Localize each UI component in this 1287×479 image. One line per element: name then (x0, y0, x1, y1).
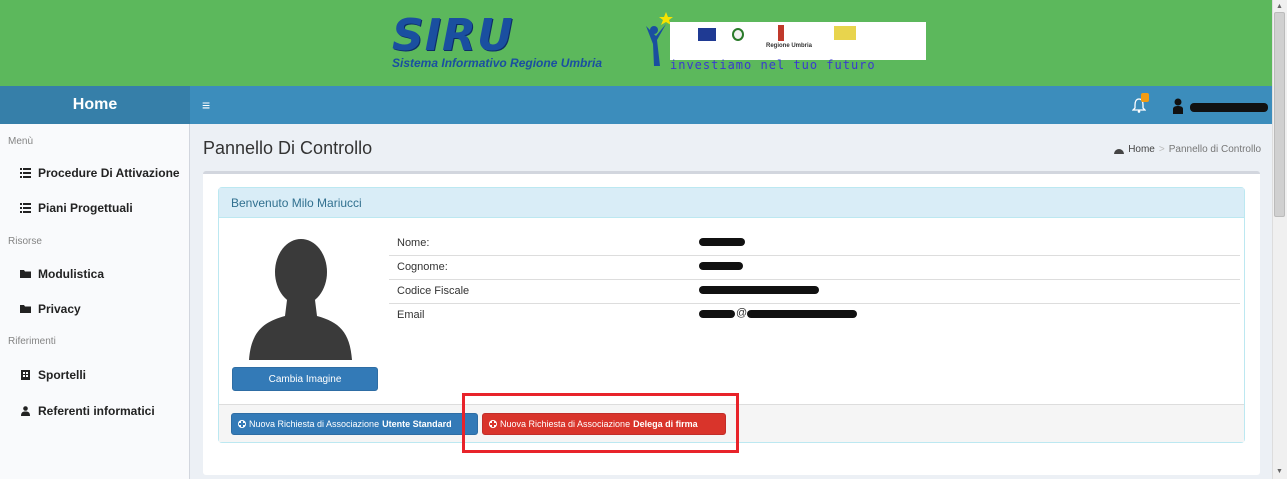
user-icon (21, 406, 30, 416)
table-row: Email @ (389, 304, 1240, 328)
sidebar-header-risorse: Risorse (8, 236, 42, 247)
sidebar-item-sportelli[interactable]: Sportelli (20, 368, 86, 382)
red-highlight-annotation (462, 393, 739, 453)
sidebar-item-piani[interactable]: Piani Progettuali (20, 201, 133, 215)
sidebar-item-label: Piani Progettuali (38, 201, 133, 215)
table-row: Nome: (389, 232, 1240, 256)
page-title: Pannello Di Controllo (203, 138, 373, 158)
redacted-value (699, 238, 745, 246)
scroll-thumb[interactable] (1274, 12, 1285, 217)
top-banner: SIRU Sistema Informativo Regione Umbria … (0, 0, 1272, 86)
hamburger-menu-icon[interactable]: ≡ (202, 86, 210, 124)
italy-emblem-icon (732, 28, 744, 41)
field-label-cognome: Cognome: (397, 261, 448, 273)
sidebar-item-label: Referenti informatici (38, 404, 155, 418)
sidebar-header-riferimenti: Riferimenti (8, 336, 56, 347)
breadcrumb: Home > Pannello di Controllo (1114, 144, 1261, 155)
user-info-table: Nome: Cognome: Codice Fiscale Email @ (389, 232, 1240, 328)
change-image-button[interactable]: Cambia Imagine (232, 367, 378, 391)
sidebar: Menù Procedure Di Attivazione Piani Prog… (0, 124, 190, 479)
field-label-nome: Nome: (397, 237, 430, 249)
redacted-value (699, 262, 743, 270)
button-label: Nuova Richiesta di Associazione (249, 419, 380, 429)
redacted-value (699, 310, 735, 318)
folder-icon (20, 305, 31, 313)
avatar-placeholder-icon (249, 239, 352, 360)
button-label-bold: Utente Standard (382, 419, 452, 429)
region-label: Regione Umbria (766, 43, 813, 49)
sidebar-header-menu: Menù (8, 136, 34, 147)
dashboard-icon (1114, 149, 1125, 154)
scroll-up-icon[interactable]: ▲ (1274, 2, 1285, 12)
logo-title: SIRU (392, 10, 514, 61)
siru-logo: SIRU Sistema Informativo Regione Umbria (392, 10, 603, 71)
redacted-value (699, 286, 819, 294)
email-at-sign: @ (736, 307, 748, 319)
user-name-redacted[interactable] (1190, 103, 1268, 112)
sidebar-item-label: Privacy (38, 302, 81, 316)
sidebar-item-referenti[interactable]: Referenti informatici (20, 404, 155, 418)
notification-badge (1141, 93, 1149, 102)
new-standard-user-request-button[interactable]: Nuova Richiesta di Associazione Utente S… (231, 413, 478, 435)
umbria-emblem-icon (778, 25, 784, 41)
list-icon (20, 168, 31, 178)
list-icon (20, 203, 31, 213)
home-link[interactable]: Home (0, 86, 190, 124)
fse-logo-icon (834, 26, 856, 40)
table-row: Cognome: (389, 256, 1240, 280)
sidebar-item-label: Modulistica (38, 267, 105, 281)
sidebar-item-privacy[interactable]: Privacy (20, 302, 81, 316)
sidebar-item-label: Procedure Di Attivazione (38, 166, 180, 180)
logo-subtitle: Sistema Informativo Regione Umbria (392, 56, 603, 70)
sidebar-item-modulistica[interactable]: Modulistica (20, 267, 104, 281)
sidebar-item-label: Sportelli (38, 368, 87, 382)
folder-icon (20, 270, 31, 278)
top-navbar: Home ≡ (0, 86, 1272, 124)
panel-heading: Benvenuto Milo Mariucci (219, 188, 1244, 218)
eu-flag-icon (698, 28, 716, 41)
field-label-codice-fiscale: Codice Fiscale (397, 285, 470, 297)
breadcrumb-home[interactable]: Home (1128, 144, 1155, 155)
field-label-email: Email (397, 309, 425, 321)
sidebar-item-procedure[interactable]: Procedure Di Attivazione (20, 166, 180, 180)
breadcrumb-current: Pannello di Controllo (1168, 144, 1261, 155)
redacted-value (747, 310, 857, 318)
plus-circle-icon (238, 420, 246, 428)
scroll-down-icon[interactable]: ▼ (1274, 467, 1285, 477)
slogan: investiamo nel tuo futuro (670, 58, 876, 72)
table-row: Codice Fiscale (389, 280, 1240, 304)
user-icon[interactable] (1172, 98, 1184, 114)
breadcrumb-separator: > (1158, 144, 1165, 155)
building-icon (21, 370, 30, 380)
